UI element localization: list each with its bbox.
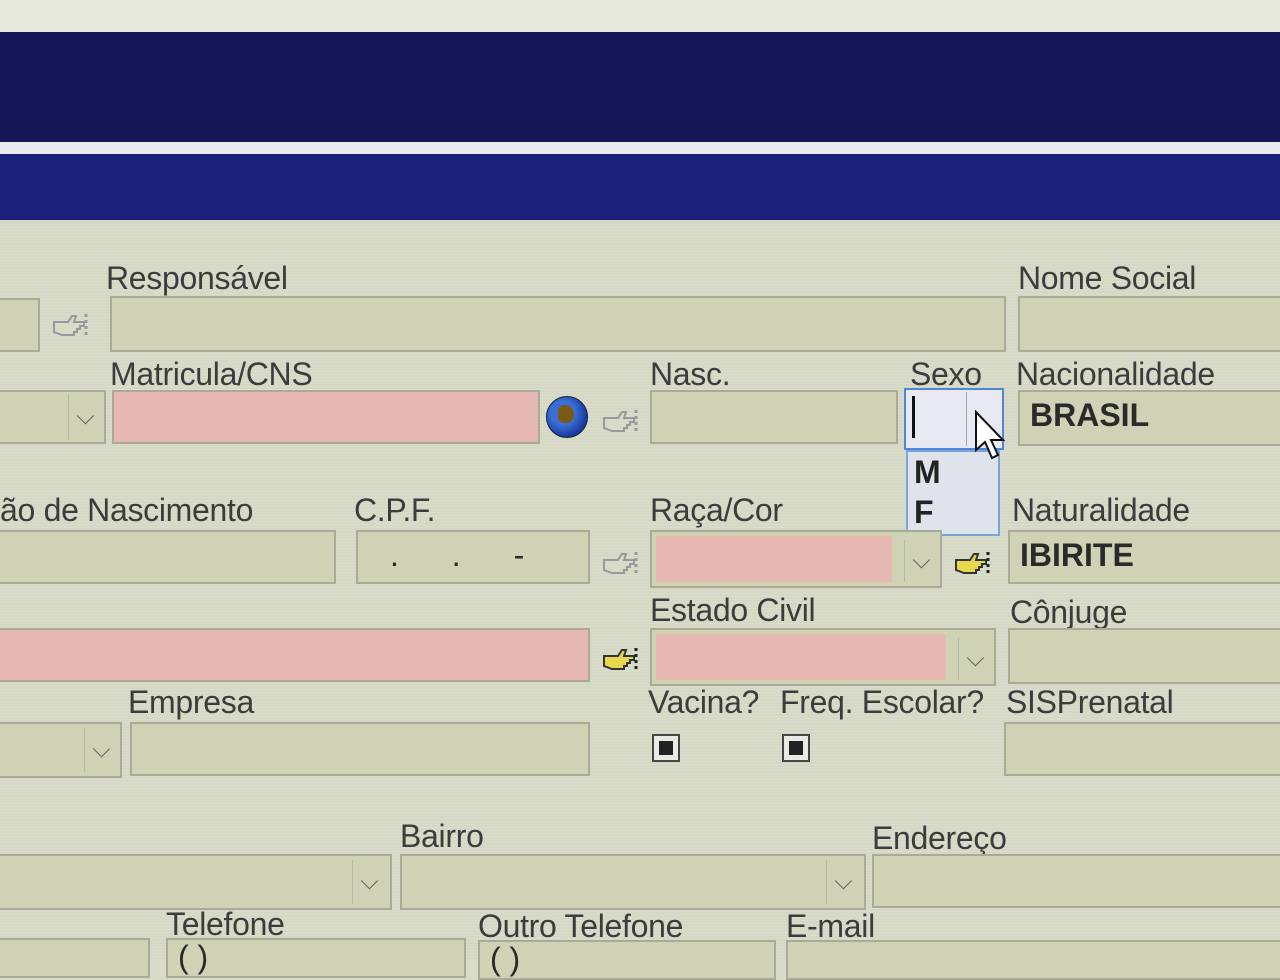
empresa-label: Empresa xyxy=(128,684,254,720)
estado-civil-chevron-down-icon[interactable]: ⌵ xyxy=(958,638,992,680)
cpf-label: C.P.F. xyxy=(354,492,436,528)
nasc-field[interactable] xyxy=(650,390,898,444)
globe-icon[interactable] xyxy=(546,396,588,438)
sisprenatal-field[interactable] xyxy=(1004,722,1280,776)
local-nascimento-field[interactable] xyxy=(0,530,336,584)
title-separator xyxy=(0,142,1280,154)
vacina-checkbox[interactable] xyxy=(652,734,680,762)
nacionalidade-label: Nacionalidade xyxy=(1016,356,1215,392)
raca-cor-label: Raça/Cor xyxy=(650,492,783,528)
bairro-label: Bairro xyxy=(400,818,484,854)
outro-telefone-field[interactable]: ( ) xyxy=(478,940,776,980)
cpf-field[interactable]: . . - xyxy=(356,530,590,584)
telefone-label: Telefone xyxy=(166,906,285,942)
matricula-cns-field[interactable] xyxy=(112,390,540,444)
freq-escolar-check-mark xyxy=(789,741,803,755)
freq-escolar-checkbox[interactable] xyxy=(782,734,810,762)
endereco-principal-field[interactable] xyxy=(0,628,590,682)
email-label: E-mail xyxy=(786,908,875,944)
estado-search-icon[interactable] xyxy=(598,640,642,680)
vacina-label: Vacina? xyxy=(648,684,760,720)
raca-cor-search-icon[interactable] xyxy=(950,544,994,584)
endereco-field[interactable] xyxy=(872,854,1280,908)
sexo-dropdown-list: M F xyxy=(906,450,1000,536)
naturalidade-label: Naturalidade xyxy=(1012,492,1190,528)
matricula-label: Matricula/CNS xyxy=(110,356,313,392)
conjuge-label: Cônjuge xyxy=(1010,594,1128,630)
local-nascimento-label: ão de Nascimento xyxy=(0,492,254,528)
nome-social-label: Nome Social xyxy=(1018,260,1197,296)
left-partial-field[interactable] xyxy=(0,298,40,352)
estado-civil-value xyxy=(656,634,946,680)
cpf-search-icon[interactable] xyxy=(598,544,642,584)
chevron-down-icon[interactable]: ⌵ xyxy=(68,394,102,440)
responsavel-label: Responsável xyxy=(106,260,288,296)
text-caret xyxy=(912,396,915,438)
matricula-search-icon[interactable] xyxy=(598,402,642,442)
outro-telefone-label: Outro Telefone xyxy=(478,908,684,944)
cidade-chevron-down-icon[interactable]: ⌵ xyxy=(352,860,386,904)
nacionalidade-field[interactable]: BRASIL xyxy=(1018,390,1280,446)
estado-civil-label: Estado Civil xyxy=(650,592,816,628)
sexo-option-f[interactable]: F xyxy=(908,492,998,532)
tipo-chevron-down-icon[interactable]: ⌵ xyxy=(84,728,118,772)
freq-escolar-label: Freq. Escolar? xyxy=(780,684,984,720)
bairro-select[interactable] xyxy=(400,854,866,910)
nome-social-field[interactable] xyxy=(1018,296,1280,352)
raca-cor-chevron-down-icon[interactable]: ⌵ xyxy=(904,540,938,582)
sisprenatal-label: SISPrenatal xyxy=(1006,684,1174,720)
empresa-field[interactable] xyxy=(130,722,590,776)
telefone-field[interactable]: ( ) xyxy=(166,938,466,978)
cidade-select[interactable] xyxy=(0,854,392,910)
sexo-label: Sexo xyxy=(910,356,982,392)
raca-cor-value xyxy=(656,536,892,582)
window-top-edge xyxy=(0,0,1280,32)
header-band xyxy=(0,154,1280,220)
nasc-label: Nasc. xyxy=(650,356,731,392)
vacina-check-mark xyxy=(659,741,673,755)
endereco-label: Endereço xyxy=(872,820,1007,856)
conjuge-field[interactable] xyxy=(1008,628,1280,684)
responsavel-search-icon[interactable] xyxy=(48,306,92,346)
naturalidade-field[interactable]: IBIRITE xyxy=(1008,530,1280,584)
email-field[interactable] xyxy=(786,940,1280,980)
responsavel-field[interactable] xyxy=(110,296,1006,352)
title-bar xyxy=(0,32,1280,142)
ddd-field[interactable] xyxy=(0,938,150,978)
bairro-chevron-down-icon[interactable]: ⌵ xyxy=(826,860,860,904)
mouse-cursor-icon xyxy=(975,410,1006,460)
